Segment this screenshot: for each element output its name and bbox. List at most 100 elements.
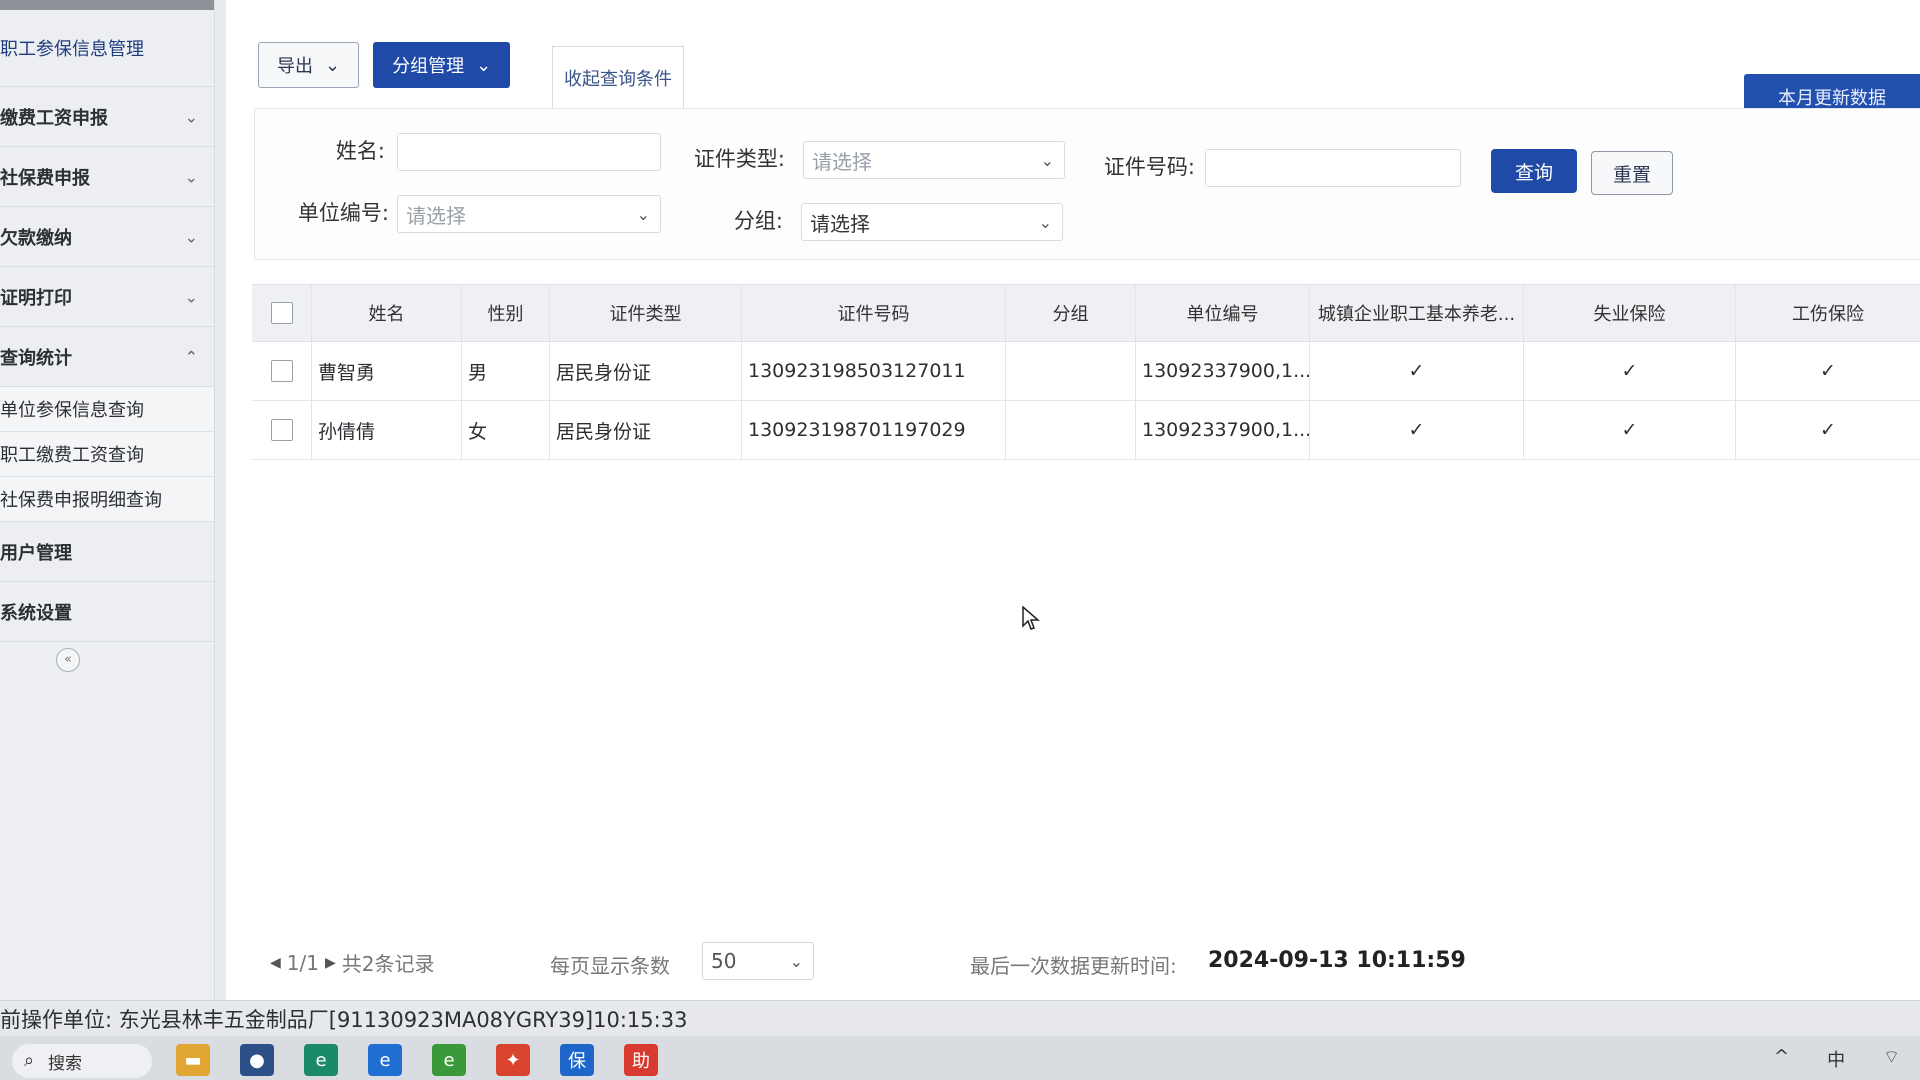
chevron-down-icon: ⌄	[184, 287, 198, 306]
sidebar-item-staff-info[interactable]: 职工参保信息管理	[0, 10, 214, 87]
checkbox-box[interactable]	[270, 419, 293, 441]
unit-no-select[interactable]: 请选择 ⌄	[397, 195, 661, 233]
sidebar-item-label: 系统设置	[0, 602, 72, 624]
per-page-value: 50	[711, 949, 737, 973]
cell-group	[1006, 401, 1136, 459]
check-icon: ✓	[1310, 342, 1524, 400]
staff-table: 姓名 性别 证件类型 证件号码 分组 单位编号 城镇企业职工基本养老... 失业…	[252, 284, 1920, 460]
sidebar-subitem-fee-detail-query[interactable]: 社保费申报明细查询	[0, 477, 214, 522]
sidebar-item-label: 欠款缴纳	[0, 227, 72, 249]
app2-icon[interactable]: ✦	[496, 1044, 530, 1076]
group-manage-button[interactable]: 分组管理 ⌄	[373, 42, 511, 88]
system-tray: ^ 中 ⌔	[1774, 1046, 1900, 1072]
sidebar-subitem-wage-query[interactable]: 职工缴费工资查询	[0, 432, 214, 477]
browser-icon[interactable]: e	[368, 1044, 402, 1076]
pagination: ◀ 1/1 ▶ 共2条记录	[270, 948, 434, 977]
sidebar: 职工参保信息管理 缴费工资申报 ⌄ 社保费申报 ⌄ 欠款缴纳 ⌄ 证明打印 ⌄ …	[0, 0, 215, 1000]
status-bar: 前操作单位: 东光县林丰五金制品厂[91130923MA08YGRY39]10:…	[0, 1000, 1920, 1037]
column-header-unemployment: 失业保险	[1524, 285, 1736, 341]
taskbar: ⌕ 搜索 ▬ ● e e e ✦ 保助 ^ 中 ⌔	[0, 1036, 1920, 1080]
prev-page-icon[interactable]: ◀	[270, 955, 281, 971]
table-row[interactable]: 孙倩倩 女 居民身份证 130923198701197029 130923379…	[252, 401, 1920, 460]
sidebar-item-label: 查询统计	[0, 347, 72, 369]
cell-id-type: 居民身份证	[550, 401, 742, 459]
row-checkbox[interactable]	[252, 342, 312, 400]
group-manage-label: 分组管理	[392, 56, 465, 77]
app-icon[interactable]: ●	[240, 1044, 274, 1076]
export-button[interactable]: 导出 ⌄	[258, 42, 360, 88]
sidebar-item-arrears[interactable]: 欠款缴纳 ⌄	[0, 207, 214, 267]
sidebar-subitem-label: 社保费申报明细查询	[0, 490, 162, 511]
search-icon: ⌕	[24, 1050, 35, 1071]
column-header-injury: 工伤保险	[1792, 304, 1864, 325]
tray-expand-icon[interactable]: ^	[1774, 1046, 1789, 1072]
collapse-query-tab[interactable]: 收起查询条件	[552, 46, 684, 109]
cell-id-type: 居民身份证	[550, 342, 742, 400]
column-header-pension: 城镇企业职工基本养老...	[1310, 285, 1524, 341]
table-row[interactable]: 曹智勇 男 居民身份证 130923198503127011 130923379…	[252, 342, 1920, 401]
next-page-icon[interactable]: ▶	[325, 955, 336, 971]
check-icon: ✓	[1310, 401, 1524, 459]
chevron-down-icon: ⌄	[789, 951, 803, 971]
cell-name: 孙倩倩	[312, 401, 462, 459]
checkbox-box[interactable]	[270, 360, 293, 382]
column-header-id-type: 证件类型	[550, 285, 742, 341]
row-checkbox[interactable]	[252, 401, 312, 459]
taskbar-search[interactable]: ⌕ 搜索	[12, 1044, 152, 1078]
sidebar-item-user-manage[interactable]: 用户管理	[0, 522, 214, 582]
unit-no-placeholder: 请选择	[406, 203, 466, 228]
select-all-checkbox[interactable]	[252, 285, 312, 341]
sidebar-item-certificate-print[interactable]: 证明打印 ⌄	[0, 267, 214, 327]
name-input[interactable]	[397, 133, 661, 171]
last-update-label: 最后一次数据更新时间:	[970, 954, 1177, 978]
sidebar-top-strip	[0, 0, 214, 10]
chevron-up-icon: ⌃	[184, 347, 198, 366]
table-header-row: 姓名 性别 证件类型 证件号码 分组 单位编号 城镇企业职工基本养老... 失业…	[252, 285, 1920, 342]
sidebar-item-label: 证明打印	[0, 287, 72, 309]
sidebar-subitem-label: 职工缴费工资查询	[0, 445, 144, 466]
unit-no-label: 单位编号:	[297, 201, 389, 225]
query-button[interactable]: 查询	[1491, 149, 1577, 193]
export-label: 导出	[277, 56, 313, 77]
collapse-sidebar-icon[interactable]: «	[56, 648, 80, 672]
operating-unit-text: 前操作单位: 东光县林丰五金制品厂[91130923MA08YGRY39]10:…	[0, 1008, 688, 1032]
column-header-sex: 性别	[462, 285, 550, 341]
id-type-label: 证件类型:	[693, 147, 785, 171]
id-no-label: 证件号码:	[1103, 155, 1195, 179]
page-indicator: 1/1	[286, 950, 319, 975]
column-header-unit-no: 单位编号	[1136, 285, 1310, 341]
chevron-down-icon: ⌄	[636, 204, 650, 224]
check-icon: ✓	[1524, 342, 1736, 400]
mouse-cursor-icon	[1022, 606, 1040, 630]
chevron-down-icon: ⌄	[1038, 212, 1052, 232]
cell-sex: 男	[462, 342, 550, 400]
chevron-down-icon: ⌄	[476, 54, 492, 76]
edge-icon[interactable]: e	[304, 1044, 338, 1076]
id-type-select[interactable]: 请选择 ⌄	[803, 141, 1065, 179]
check-icon: ✓	[1820, 419, 1836, 441]
id-no-input[interactable]	[1205, 149, 1461, 187]
cell-group	[1006, 342, 1136, 400]
sidebar-item-fee-declare[interactable]: 社保费申报 ⌄	[0, 147, 214, 207]
chevron-down-icon: ⌄	[325, 54, 341, 76]
zhu-icon[interactable]: 助	[624, 1044, 658, 1076]
bao-icon[interactable]: 保	[560, 1044, 594, 1076]
folder-icon[interactable]: ▬	[176, 1044, 210, 1076]
wifi-icon[interactable]: ⌔	[1883, 1046, 1900, 1072]
column-header-id-no: 证件号码	[742, 285, 1006, 341]
chevron-down-icon: ⌄	[1040, 150, 1054, 170]
group-select[interactable]: 请选择 ⌄	[801, 203, 1063, 241]
sidebar-item-query-stats[interactable]: 查询统计 ⌃	[0, 327, 214, 387]
ie-icon[interactable]: e	[432, 1044, 466, 1076]
ime-indicator[interactable]: 中	[1827, 1046, 1845, 1072]
main-panel: 导出 ⌄ 分组管理 ⌄ 收起查询条件 本月更新数据 姓名: 证件类型: 请选择 …	[226, 0, 1920, 1000]
reset-button[interactable]: 重置	[1591, 151, 1673, 195]
cell-sex: 女	[462, 401, 550, 459]
cell-unit-no: 13092337900,1...	[1136, 342, 1310, 400]
sidebar-subitem-unit-query[interactable]: 单位参保信息查询	[0, 387, 214, 432]
group-label: 分组:	[733, 209, 783, 233]
sidebar-item-wage-declare[interactable]: 缴费工资申报 ⌄	[0, 87, 214, 147]
checkbox-box[interactable]	[270, 302, 293, 324]
sidebar-item-system-settings[interactable]: 系统设置	[0, 582, 214, 642]
per-page-select[interactable]: 50 ⌄	[702, 942, 814, 980]
